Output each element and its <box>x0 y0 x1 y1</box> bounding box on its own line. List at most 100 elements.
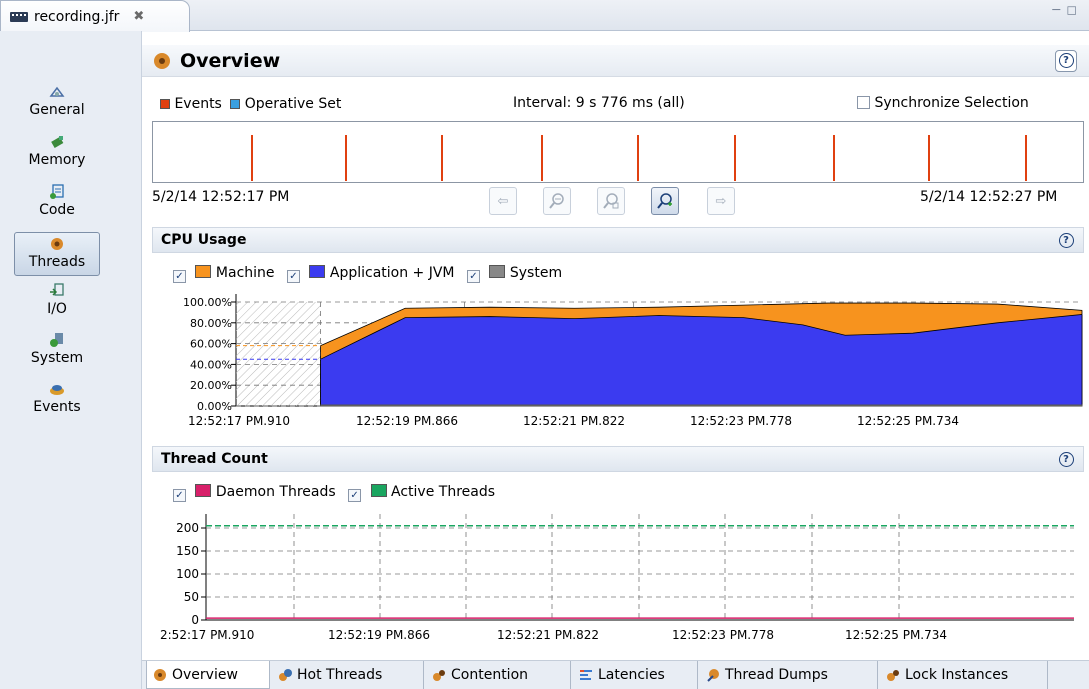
thread-y-tick-label: 200 <box>176 521 199 535</box>
cpu-x-tick-label: 12:52:21 PM.822 <box>523 414 625 428</box>
help-icon: ? <box>1058 232 1074 248</box>
memory-icon <box>51 136 64 148</box>
zoom-in-button[interactable] <box>651 187 679 215</box>
scroll-left-button[interactable]: ⇦ <box>489 187 517 215</box>
synchronize-selection[interactable]: Synchronize Selection <box>857 95 1029 111</box>
thread-x-tick-label: 12:52:25 PM.734 <box>845 628 947 642</box>
io-icon <box>50 283 64 296</box>
lock-instances-icon <box>887 670 899 681</box>
nav-label-memory: Memory <box>28 152 86 168</box>
close-tab-icon[interactable]: ✖ <box>133 9 144 24</box>
overview-help-button[interactable]: ? <box>1055 49 1077 72</box>
tab-lock-instances[interactable]: Lock Instances <box>880 661 1048 689</box>
cpu-x-tick-label: 12:52:23 PM.778 <box>690 414 792 428</box>
cpu-y-tick-label: 20.00% <box>190 379 232 392</box>
nav-item-general[interactable]: General <box>14 84 100 118</box>
operative-set-swatch <box>230 99 241 109</box>
nav-item-system[interactable]: System <box>14 332 100 366</box>
page-title: Overview <box>180 49 281 72</box>
cpu-no-data-left <box>236 302 321 406</box>
cpu-usage-title: CPU Usage <box>161 232 247 248</box>
legend-events: Events <box>174 96 222 112</box>
tab-hot-threads[interactable]: Hot Threads <box>272 661 424 689</box>
latencies-icon <box>580 670 592 680</box>
scroll-right-button[interactable]: ⇨ <box>707 187 735 215</box>
tab-contention[interactable]: Contention <box>426 661 571 689</box>
editor-tab-bar: recording.jfr ✖ ─◻ <box>0 0 1089 32</box>
cpu-usage-header: CPU Usage ? <box>152 227 1084 253</box>
cpu-x-tick-label: 12:52:17 PM.910 <box>188 414 290 428</box>
tab-hot-threads-label: Hot Threads <box>297 667 383 683</box>
nav-label-io: I/O <box>47 301 67 317</box>
maximize-icon[interactable]: ◻ <box>1066 3 1083 18</box>
code-icon <box>50 184 64 199</box>
nav-item-code[interactable]: Code <box>14 184 100 218</box>
zoom-fit-button[interactable] <box>597 187 625 215</box>
editor-tab-recording[interactable]: recording.jfr ✖ <box>0 0 190 32</box>
thread-x-tick-label: 12:52:23 PM.778 <box>672 628 774 642</box>
system-checkbox[interactable]: ✓ <box>466 270 480 283</box>
bottom-tab-bar: Overview Hot Threads Contention Latencie… <box>142 660 1089 689</box>
contention-icon <box>433 670 445 681</box>
application-checkbox[interactable]: ✓ <box>286 270 300 283</box>
events-swatch <box>160 99 170 109</box>
nav-item-events[interactable]: Events <box>14 381 100 415</box>
machine-checkbox[interactable]: ✓ <box>173 270 186 283</box>
cpu-usage-chart[interactable]: 0.00% 20.00% 40.00% 60.00% 80.00% 100.00% 12:5… <box>152 287 1084 432</box>
daemon-swatch <box>195 484 212 497</box>
nav-item-memory[interactable]: Memory <box>14 134 100 168</box>
thread-count-chart[interactable]: 0 50 100 150 200 2:52:17 PM.910 12:52:19 PM.86… <box>152 506 1084 654</box>
nav-label-events: Events <box>33 399 81 415</box>
daemon-checkbox[interactable]: ✓ <box>173 489 186 502</box>
tab-thread-dumps[interactable]: Thread Dumps <box>700 661 878 689</box>
tab-contention-label: Contention <box>451 667 529 683</box>
cpu-system-area <box>320 404 1083 407</box>
arrow-left-icon: ⇦ <box>497 193 509 209</box>
overview-threads-icon <box>154 52 170 69</box>
cpu-y-tick-label: 80.00% <box>190 317 232 330</box>
nav-item-threads[interactable]: Threads <box>14 232 100 276</box>
active-checkbox[interactable]: ✓ <box>348 489 362 502</box>
cpu-legend: ✓ Machine ✓ Application + JVM ✓ System <box>173 265 562 283</box>
help-icon: ? <box>1058 53 1074 68</box>
cpu-x-tick-label: 12:52:19 PM.866 <box>356 414 458 428</box>
tab-overview[interactable]: Overview <box>146 661 270 689</box>
tab-overview-label: Overview <box>172 666 238 683</box>
thread-y-tick-label: 50 <box>184 590 199 604</box>
thread-legend: ✓ Daemon Threads ✓ Active Threads <box>173 484 495 502</box>
thread-count-header: Thread Count ? <box>152 446 1084 472</box>
legend-application: Application + JVM <box>329 265 455 281</box>
zoom-out-button[interactable] <box>543 187 571 215</box>
tab-thread-dumps-label: Thread Dumps <box>725 667 828 683</box>
help-icon: ? <box>1058 451 1074 467</box>
timeline-end-time: 5/2/14 12:52:27 PM <box>920 189 1058 205</box>
cpu-y-tick-label: 40.00% <box>190 358 232 371</box>
cpu-help-button[interactable]: ? <box>1055 229 1077 251</box>
overview-header: Overview ? <box>142 45 1089 77</box>
system-swatch <box>489 265 506 278</box>
cpu-y-tick-label: 60.00% <box>190 338 232 351</box>
active-swatch <box>370 484 387 497</box>
cpu-x-tick-label: 12:52:25 PM.734 <box>857 414 959 428</box>
synchronize-checkbox[interactable] <box>857 96 870 109</box>
thread-x-tick-label: 2:52:17 PM.910 <box>160 628 254 642</box>
thread-x-tick-label: 12:52:21 PM.822 <box>497 628 599 642</box>
tab-latencies[interactable]: Latencies <box>573 661 698 689</box>
nav-item-io[interactable]: I/O <box>14 283 100 317</box>
zoom-in-icon <box>657 193 672 209</box>
window-controls[interactable]: ─◻ <box>1052 3 1083 18</box>
thread-help-button[interactable]: ? <box>1055 448 1077 470</box>
zoom-out-icon <box>549 193 564 209</box>
overview-legend: Events Operative Set <box>160 96 341 112</box>
event-timeline[interactable] <box>152 121 1084 183</box>
thread-x-tick-label: 12:52:19 PM.866 <box>328 628 430 642</box>
minimize-icon[interactable]: ─ <box>1052 3 1066 18</box>
thread-dumps-icon <box>707 669 719 682</box>
overview-icon <box>154 668 166 681</box>
legend-operative-set: Operative Set <box>244 96 342 112</box>
legend-system: System <box>509 265 563 281</box>
nav-label-system: System <box>30 350 84 366</box>
nav-label-general: General <box>29 102 85 118</box>
editor-tab-title: recording.jfr <box>34 8 120 25</box>
recording-file-icon <box>10 11 28 22</box>
